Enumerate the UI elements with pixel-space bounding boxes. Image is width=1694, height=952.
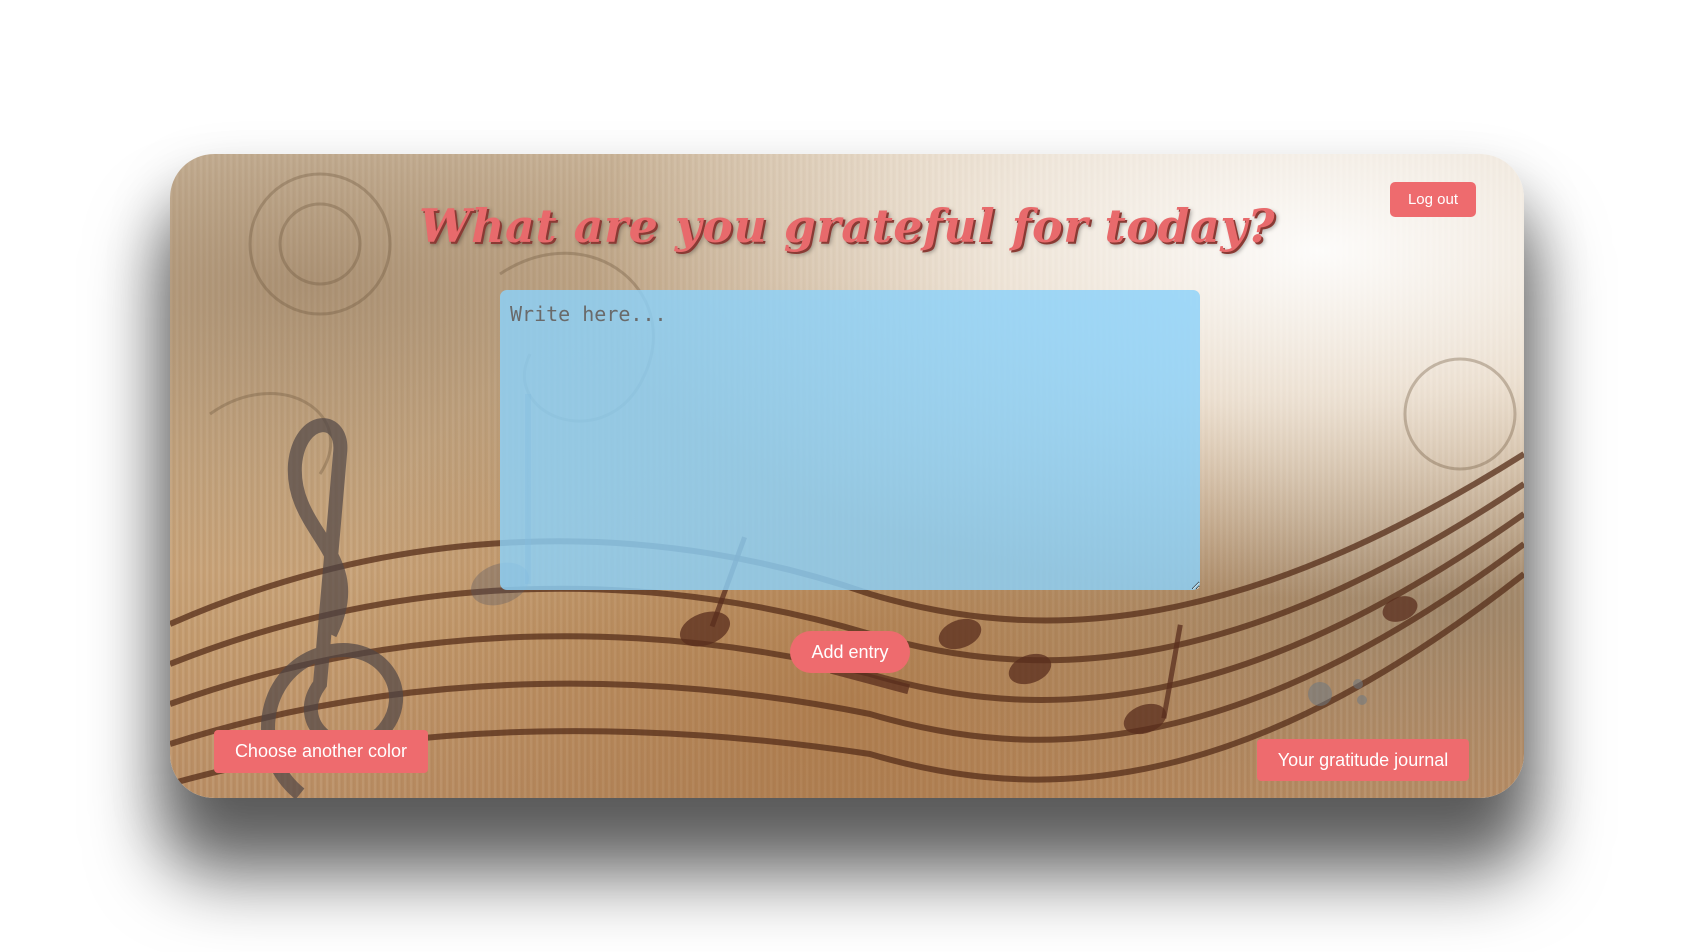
gratitude-entry-textarea[interactable]: [500, 290, 1200, 590]
bass-clef-icon: [1308, 679, 1367, 706]
choose-color-button[interactable]: Choose another color: [214, 730, 428, 773]
gratitude-card: What are you grateful for today? Log out…: [170, 154, 1524, 798]
logout-button[interactable]: Log out: [1390, 182, 1476, 217]
page-title: What are you grateful for today?: [418, 199, 1276, 253]
gratitude-journal-button[interactable]: Your gratitude journal: [1257, 739, 1469, 781]
page-background: What are you grateful for today? Log out…: [0, 0, 1694, 952]
add-entry-button[interactable]: Add entry: [790, 631, 910, 673]
